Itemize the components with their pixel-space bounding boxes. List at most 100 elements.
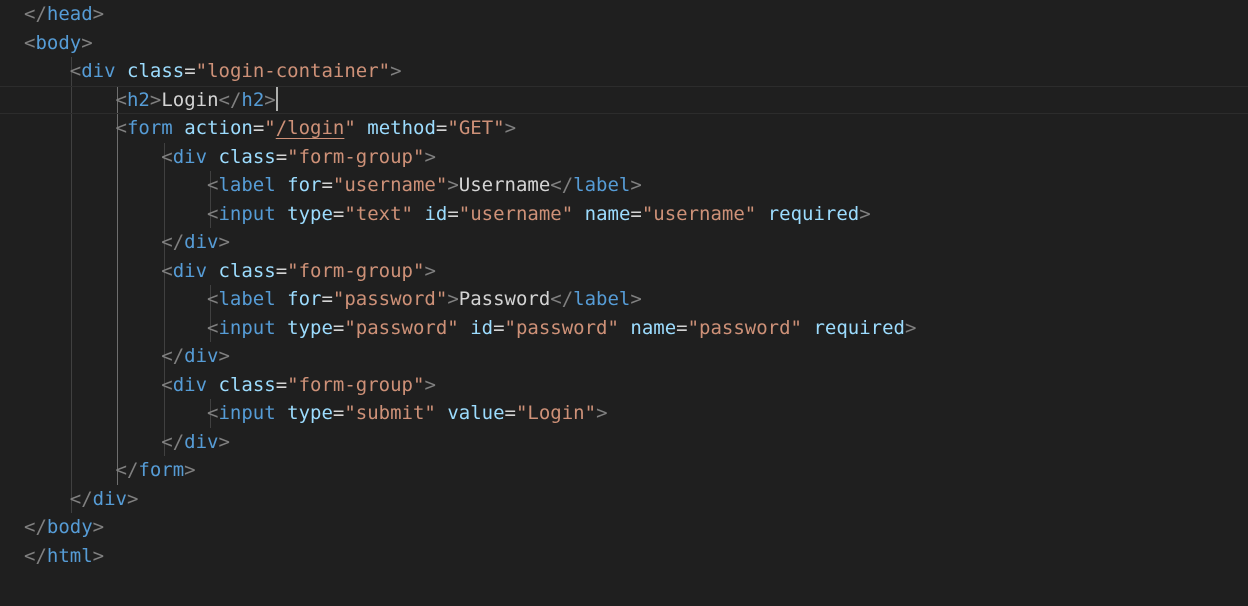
token-bracket: > [92, 544, 105, 567]
token-bracket: </ [24, 3, 47, 25]
token-bracket: > [424, 259, 436, 282]
token-str: "form-group" [287, 373, 425, 396]
code-line[interactable]: </body> [0, 513, 1248, 542]
token-eq: = [321, 288, 333, 310]
token-tag: form [126, 117, 173, 139]
token-bracket: > [184, 459, 196, 481]
token-str: " [344, 117, 356, 139]
code-line[interactable]: </head> [0, 0, 1248, 29]
token-bracket: < [115, 88, 127, 111]
token-bracket: > [630, 174, 642, 196]
code-line[interactable]: </div> [0, 228, 1248, 257]
token-bracket: > [92, 3, 105, 25]
token-tag: label [573, 288, 631, 310]
code-line[interactable]: </div> [0, 428, 1248, 457]
code-line[interactable]: <label for="username">Username</label> [0, 171, 1248, 200]
token-attr: required [767, 202, 860, 225]
token-bracket: < [115, 117, 127, 139]
token-bracket: < [161, 259, 173, 282]
token-bracket: < [207, 174, 219, 196]
token-eq: = [447, 202, 459, 225]
token-bracket: > [904, 316, 917, 339]
code-line[interactable]: </html> [0, 542, 1248, 571]
token-str: " [264, 117, 276, 139]
token-str: "username" [641, 202, 757, 225]
token-tag: input [218, 316, 276, 339]
code-line[interactable]: <input type="text" id="username" name="u… [0, 200, 1248, 229]
token-eq: = [504, 402, 516, 424]
code-line[interactable]: </div> [0, 342, 1248, 371]
token-bracket: </ [24, 544, 47, 567]
code-line[interactable]: <div class="form-group"> [0, 257, 1248, 286]
token-bracket: > [81, 31, 93, 54]
token-eq: = [332, 316, 345, 339]
code-lines[interactable]: </head> <body> <div class="login-containe… [0, 0, 1248, 570]
token-tag: div [92, 487, 127, 510]
code-line[interactable]: <div class="form-group"> [0, 371, 1248, 400]
token-bracket: > [447, 288, 459, 310]
token-text: Login [161, 88, 219, 111]
token-eq: = [493, 316, 505, 339]
token-bracket: < [161, 145, 173, 168]
code-line[interactable]: <h2>Login</h2> [0, 85, 1248, 115]
token-tag: body [35, 31, 82, 54]
token-str: "GET" [447, 117, 505, 139]
code-line[interactable]: </div> [0, 485, 1248, 514]
code-editor[interactable]: </head> <body> <div class="login-containe… [0, 0, 1248, 606]
token-bracket: > [424, 373, 436, 396]
token-attr: for [287, 288, 322, 310]
token-tag: div [184, 231, 219, 253]
token-str: "password" [504, 316, 619, 339]
token-tag: head [46, 3, 93, 25]
text-cursor [275, 86, 278, 111]
token-bracket: > [92, 516, 105, 538]
token-eq: = [676, 316, 688, 339]
token-attr: class [127, 60, 185, 82]
token-bracket: </ [24, 516, 47, 538]
token-attr: required [813, 316, 905, 339]
code-line[interactable]: <input type="password" id="password" nam… [0, 314, 1248, 343]
token-eq: = [252, 117, 265, 139]
code-line[interactable]: <form action="/login" method="GET"> [0, 114, 1248, 143]
code-line[interactable]: <div class="login-container"> [0, 57, 1248, 86]
token-attr: id [470, 316, 494, 339]
token-tag: h2 [241, 88, 265, 111]
code-line[interactable]: <label for="password">Password</label> [0, 285, 1248, 314]
token-attr: name [584, 202, 631, 225]
token-tag: div [184, 430, 219, 453]
token-attr: class [218, 373, 276, 396]
token-bracket: </ [69, 487, 93, 510]
token-eq: = [184, 60, 196, 82]
token-attr: action [184, 117, 253, 139]
token-str: "form-group" [287, 259, 425, 282]
code-line[interactable]: <div class="form-group"> [0, 143, 1248, 172]
code-line[interactable]: <input type="submit" value="Login"> [0, 399, 1248, 428]
token-tag: body [46, 516, 93, 538]
token-bracket: < [24, 31, 36, 54]
token-str: "submit" [344, 402, 436, 424]
token-text: Password [458, 288, 551, 310]
token-attr: value [447, 402, 505, 424]
token-eq: = [275, 259, 288, 282]
token-eq: = [332, 202, 345, 225]
token-bracket: </ [161, 345, 185, 367]
code-line[interactable]: <body> [0, 29, 1248, 58]
token-bracket: > [218, 345, 230, 367]
token-eq: = [332, 402, 345, 424]
token-eq: = [275, 145, 288, 168]
token-link: /login [275, 117, 345, 139]
token-bracket: </ [550, 288, 574, 310]
token-bracket: > [596, 402, 608, 424]
token-tag: div [172, 373, 208, 396]
code-line[interactable]: </form> [0, 456, 1248, 485]
token-attr: class [218, 145, 276, 168]
